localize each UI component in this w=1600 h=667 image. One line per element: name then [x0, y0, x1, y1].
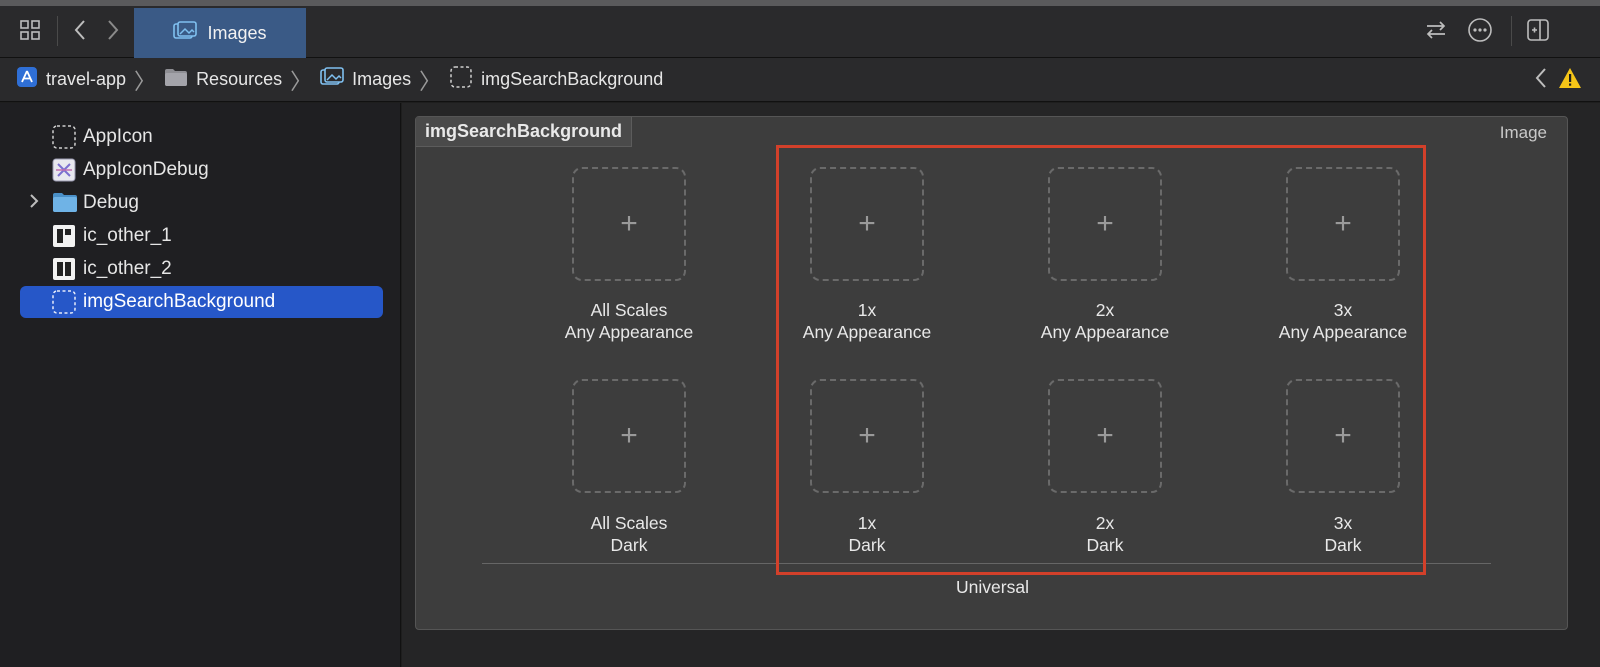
plus-icon: +	[620, 207, 638, 240]
asset-editor: imgSearchBackground Image + All Scales An…	[402, 103, 1600, 667]
image-slot-2x-dark[interactable]: +	[1048, 379, 1162, 493]
swap-arrows-icon[interactable]	[1422, 16, 1450, 44]
ellipsis-circle-icon[interactable]	[1466, 16, 1494, 44]
app-project-icon	[16, 66, 38, 93]
breadcrumb-right-controls	[1534, 66, 1582, 95]
plus-icon: +	[1096, 419, 1114, 452]
inspector-toggle-icon[interactable]	[1524, 16, 1552, 44]
image-slot-3x-any[interactable]: +	[1286, 167, 1400, 281]
chevron-right-icon[interactable]	[28, 192, 40, 215]
breadcrumb-label: travel-app	[46, 69, 127, 89]
folder-icon	[164, 67, 188, 92]
section-label-universal: Universal	[956, 577, 1029, 597]
chevron-left-icon[interactable]	[1534, 66, 1548, 95]
image-thumbnail-icon	[52, 257, 76, 281]
slot-label: 1x Dark	[848, 513, 886, 555]
sidebar-item-imgsearchbackground[interactable]: imgSearchBackground	[20, 286, 383, 318]
breadcrumb-item-images[interactable]: Images	[320, 67, 411, 92]
plus-icon: +	[1096, 207, 1114, 240]
sidebar-item-label: Debug	[83, 192, 139, 213]
slot-label: 3x Any Appearance	[1278, 300, 1408, 342]
sidebar-item-label: AppIconDebug	[83, 159, 209, 180]
plus-icon: +	[858, 419, 876, 452]
tab-label: Images	[207, 22, 267, 43]
chevron-left-icon[interactable]	[66, 16, 94, 44]
image-catalog-icon	[320, 67, 344, 92]
asset-navigator: AppIcon AppIconDebug Debug ic_other_1 ic…	[0, 103, 401, 667]
grid-icon[interactable]	[16, 16, 44, 44]
chevron-right-icon[interactable]	[99, 16, 127, 44]
slot-label: 2x Dark	[1086, 513, 1124, 555]
slot-label: 2x Any Appearance	[1040, 300, 1170, 342]
app-icon-debug-icon	[52, 158, 76, 182]
plus-icon: +	[1334, 419, 1352, 452]
image-set-icon	[52, 125, 76, 149]
toolbar-divider	[57, 16, 58, 46]
plus-icon: +	[620, 419, 638, 452]
image-slot-3x-dark[interactable]: +	[1286, 379, 1400, 493]
sidebar-item-appicon[interactable]: AppIcon	[20, 122, 383, 152]
plus-icon: +	[858, 207, 876, 240]
warning-icon[interactable]	[1558, 67, 1582, 94]
image-set-panel: imgSearchBackground Image + All Scales An…	[415, 116, 1568, 630]
image-thumbnail-icon	[52, 224, 76, 248]
sidebar-item-debug[interactable]: Debug	[20, 188, 383, 218]
sidebar-item-ic-other-1[interactable]: ic_other_1	[20, 221, 383, 251]
chevron-right-icon: 〉	[290, 68, 313, 94]
slot-label: 3x Dark	[1324, 513, 1362, 555]
breadcrumb-item-resources[interactable]: Resources	[164, 67, 282, 92]
breadcrumb-item-image-set[interactable]: imgSearchBackground	[449, 65, 663, 94]
image-slot-all-scales-any[interactable]: +	[572, 167, 686, 281]
image-set-icon	[52, 290, 76, 314]
sidebar-item-appicondebug[interactable]: AppIconDebug	[20, 155, 383, 185]
chevron-right-icon: 〉	[419, 68, 442, 94]
image-set-kind: Image	[1499, 123, 1547, 142]
breadcrumb-label: imgSearchBackground	[481, 69, 664, 89]
folder-icon	[52, 191, 77, 215]
tab-bar: Images	[0, 0, 1600, 58]
breadcrumb-item-project[interactable]: travel-app	[16, 66, 126, 93]
sidebar-item-ic-other-2[interactable]: ic_other_2	[20, 254, 383, 284]
image-set-icon	[449, 65, 473, 94]
slot-label: All Scales Dark	[590, 513, 668, 555]
breadcrumb: travel-app 〉 Resources 〉 Images 〉 imgSea…	[0, 58, 1600, 102]
sidebar-item-label: ic_other_1	[83, 225, 172, 246]
toolbar-divider	[1511, 16, 1512, 46]
section-divider	[482, 563, 1491, 564]
sidebar-item-label: ic_other_2	[83, 258, 172, 279]
image-slot-all-scales-dark[interactable]: +	[572, 379, 686, 493]
sidebar-item-label: imgSearchBackground	[83, 291, 276, 312]
breadcrumb-label: Resources	[196, 69, 283, 89]
image-catalog-icon	[173, 20, 198, 46]
breadcrumb-label: Images	[352, 69, 412, 89]
image-slot-2x-any[interactable]: +	[1048, 167, 1162, 281]
chevron-right-icon: 〉	[134, 68, 157, 94]
plus-icon: +	[1334, 207, 1352, 240]
slot-label: 1x Any Appearance	[802, 300, 932, 342]
sidebar-item-label: AppIcon	[83, 126, 153, 147]
slot-label: All Scales Any Appearance	[564, 300, 694, 342]
image-set-name[interactable]: imgSearchBackground	[416, 117, 633, 147]
image-slot-1x-dark[interactable]: +	[810, 379, 924, 493]
image-slot-1x-any[interactable]: +	[810, 167, 924, 281]
tab-images[interactable]: Images	[134, 8, 306, 58]
